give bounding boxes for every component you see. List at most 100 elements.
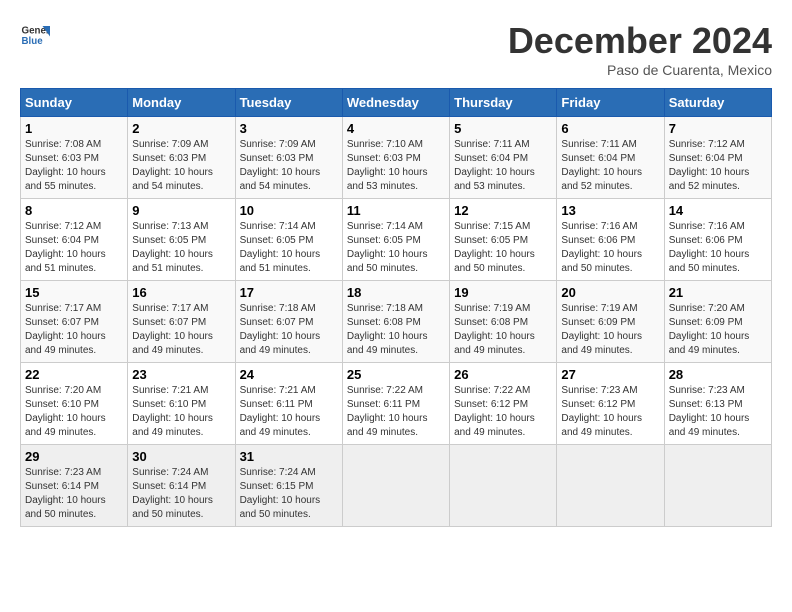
day-number: 19 bbox=[454, 285, 552, 300]
day-number: 8 bbox=[25, 203, 123, 218]
calendar-week-row: 8 Sunrise: 7:12 AM Sunset: 6:04 PM Dayli… bbox=[21, 199, 772, 281]
table-row: 28 Sunrise: 7:23 AM Sunset: 6:13 PM Dayl… bbox=[664, 363, 771, 445]
table-row: 1 Sunrise: 7:08 AM Sunset: 6:03 PM Dayli… bbox=[21, 117, 128, 199]
day-info: Sunrise: 7:17 AM Sunset: 6:07 PM Dayligh… bbox=[132, 302, 230, 358]
day-number: 11 bbox=[347, 203, 445, 218]
day-info: Sunrise: 7:20 AM Sunset: 6:09 PM Dayligh… bbox=[669, 302, 767, 358]
page-header: General Blue December 2024 Paso de Cuare… bbox=[20, 20, 772, 78]
table-row: 25 Sunrise: 7:22 AM Sunset: 6:11 PM Dayl… bbox=[342, 363, 449, 445]
day-info: Sunrise: 7:09 AM Sunset: 6:03 PM Dayligh… bbox=[132, 138, 230, 194]
day-info: Sunrise: 7:08 AM Sunset: 6:03 PM Dayligh… bbox=[25, 138, 123, 194]
table-row bbox=[664, 445, 771, 527]
table-row bbox=[342, 445, 449, 527]
table-row bbox=[557, 445, 664, 527]
day-info: Sunrise: 7:23 AM Sunset: 6:12 PM Dayligh… bbox=[561, 384, 659, 440]
table-row: 30 Sunrise: 7:24 AM Sunset: 6:14 PM Dayl… bbox=[128, 445, 235, 527]
logo-icon: General Blue bbox=[20, 20, 50, 50]
calendar-week-row: 29 Sunrise: 7:23 AM Sunset: 6:14 PM Dayl… bbox=[21, 445, 772, 527]
day-number: 2 bbox=[132, 121, 230, 136]
col-monday: Monday bbox=[128, 89, 235, 117]
day-number: 18 bbox=[347, 285, 445, 300]
title-block: December 2024 Paso de Cuarenta, Mexico bbox=[508, 20, 772, 78]
day-info: Sunrise: 7:14 AM Sunset: 6:05 PM Dayligh… bbox=[240, 220, 338, 276]
table-row: 11 Sunrise: 7:14 AM Sunset: 6:05 PM Dayl… bbox=[342, 199, 449, 281]
day-info: Sunrise: 7:11 AM Sunset: 6:04 PM Dayligh… bbox=[454, 138, 552, 194]
day-info: Sunrise: 7:16 AM Sunset: 6:06 PM Dayligh… bbox=[669, 220, 767, 276]
day-info: Sunrise: 7:20 AM Sunset: 6:10 PM Dayligh… bbox=[25, 384, 123, 440]
table-row: 21 Sunrise: 7:20 AM Sunset: 6:09 PM Dayl… bbox=[664, 281, 771, 363]
table-row: 8 Sunrise: 7:12 AM Sunset: 6:04 PM Dayli… bbox=[21, 199, 128, 281]
day-info: Sunrise: 7:18 AM Sunset: 6:08 PM Dayligh… bbox=[347, 302, 445, 358]
day-number: 27 bbox=[561, 367, 659, 382]
table-row: 15 Sunrise: 7:17 AM Sunset: 6:07 PM Dayl… bbox=[21, 281, 128, 363]
day-info: Sunrise: 7:14 AM Sunset: 6:05 PM Dayligh… bbox=[347, 220, 445, 276]
day-info: Sunrise: 7:21 AM Sunset: 6:10 PM Dayligh… bbox=[132, 384, 230, 440]
day-number: 7 bbox=[669, 121, 767, 136]
day-number: 10 bbox=[240, 203, 338, 218]
day-number: 20 bbox=[561, 285, 659, 300]
day-number: 25 bbox=[347, 367, 445, 382]
table-row: 7 Sunrise: 7:12 AM Sunset: 6:04 PM Dayli… bbox=[664, 117, 771, 199]
table-row: 4 Sunrise: 7:10 AM Sunset: 6:03 PM Dayli… bbox=[342, 117, 449, 199]
day-number: 17 bbox=[240, 285, 338, 300]
calendar-table: Sunday Monday Tuesday Wednesday Thursday… bbox=[20, 88, 772, 527]
table-row: 26 Sunrise: 7:22 AM Sunset: 6:12 PM Dayl… bbox=[450, 363, 557, 445]
day-info: Sunrise: 7:17 AM Sunset: 6:07 PM Dayligh… bbox=[25, 302, 123, 358]
day-info: Sunrise: 7:10 AM Sunset: 6:03 PM Dayligh… bbox=[347, 138, 445, 194]
day-info: Sunrise: 7:24 AM Sunset: 6:15 PM Dayligh… bbox=[240, 466, 338, 522]
day-info: Sunrise: 7:18 AM Sunset: 6:07 PM Dayligh… bbox=[240, 302, 338, 358]
day-number: 3 bbox=[240, 121, 338, 136]
day-number: 24 bbox=[240, 367, 338, 382]
table-row: 10 Sunrise: 7:14 AM Sunset: 6:05 PM Dayl… bbox=[235, 199, 342, 281]
col-saturday: Saturday bbox=[664, 89, 771, 117]
table-row: 9 Sunrise: 7:13 AM Sunset: 6:05 PM Dayli… bbox=[128, 199, 235, 281]
table-row: 23 Sunrise: 7:21 AM Sunset: 6:10 PM Dayl… bbox=[128, 363, 235, 445]
table-row: 5 Sunrise: 7:11 AM Sunset: 6:04 PM Dayli… bbox=[450, 117, 557, 199]
col-friday: Friday bbox=[557, 89, 664, 117]
day-number: 1 bbox=[25, 121, 123, 136]
table-row: 31 Sunrise: 7:24 AM Sunset: 6:15 PM Dayl… bbox=[235, 445, 342, 527]
day-info: Sunrise: 7:19 AM Sunset: 6:08 PM Dayligh… bbox=[454, 302, 552, 358]
table-row: 29 Sunrise: 7:23 AM Sunset: 6:14 PM Dayl… bbox=[21, 445, 128, 527]
table-row: 18 Sunrise: 7:18 AM Sunset: 6:08 PM Dayl… bbox=[342, 281, 449, 363]
calendar-week-row: 1 Sunrise: 7:08 AM Sunset: 6:03 PM Dayli… bbox=[21, 117, 772, 199]
col-thursday: Thursday bbox=[450, 89, 557, 117]
day-info: Sunrise: 7:24 AM Sunset: 6:14 PM Dayligh… bbox=[132, 466, 230, 522]
table-row: 17 Sunrise: 7:18 AM Sunset: 6:07 PM Dayl… bbox=[235, 281, 342, 363]
day-info: Sunrise: 7:12 AM Sunset: 6:04 PM Dayligh… bbox=[25, 220, 123, 276]
day-info: Sunrise: 7:16 AM Sunset: 6:06 PM Dayligh… bbox=[561, 220, 659, 276]
table-row: 14 Sunrise: 7:16 AM Sunset: 6:06 PM Dayl… bbox=[664, 199, 771, 281]
table-row: 12 Sunrise: 7:15 AM Sunset: 6:05 PM Dayl… bbox=[450, 199, 557, 281]
table-row: 20 Sunrise: 7:19 AM Sunset: 6:09 PM Dayl… bbox=[557, 281, 664, 363]
col-tuesday: Tuesday bbox=[235, 89, 342, 117]
svg-text:Blue: Blue bbox=[22, 36, 44, 47]
month-title: December 2024 bbox=[508, 20, 772, 62]
day-number: 29 bbox=[25, 449, 123, 464]
calendar-week-row: 15 Sunrise: 7:17 AM Sunset: 6:07 PM Dayl… bbox=[21, 281, 772, 363]
header-row: Sunday Monday Tuesday Wednesday Thursday… bbox=[21, 89, 772, 117]
day-number: 21 bbox=[669, 285, 767, 300]
table-row: 6 Sunrise: 7:11 AM Sunset: 6:04 PM Dayli… bbox=[557, 117, 664, 199]
day-info: Sunrise: 7:09 AM Sunset: 6:03 PM Dayligh… bbox=[240, 138, 338, 194]
day-info: Sunrise: 7:22 AM Sunset: 6:11 PM Dayligh… bbox=[347, 384, 445, 440]
calendar-week-row: 22 Sunrise: 7:20 AM Sunset: 6:10 PM Dayl… bbox=[21, 363, 772, 445]
day-info: Sunrise: 7:22 AM Sunset: 6:12 PM Dayligh… bbox=[454, 384, 552, 440]
day-info: Sunrise: 7:11 AM Sunset: 6:04 PM Dayligh… bbox=[561, 138, 659, 194]
table-row: 19 Sunrise: 7:19 AM Sunset: 6:08 PM Dayl… bbox=[450, 281, 557, 363]
day-number: 30 bbox=[132, 449, 230, 464]
table-row: 24 Sunrise: 7:21 AM Sunset: 6:11 PM Dayl… bbox=[235, 363, 342, 445]
day-number: 14 bbox=[669, 203, 767, 218]
table-row: 2 Sunrise: 7:09 AM Sunset: 6:03 PM Dayli… bbox=[128, 117, 235, 199]
day-info: Sunrise: 7:23 AM Sunset: 6:13 PM Dayligh… bbox=[669, 384, 767, 440]
logo: General Blue bbox=[20, 20, 50, 50]
table-row: 27 Sunrise: 7:23 AM Sunset: 6:12 PM Dayl… bbox=[557, 363, 664, 445]
day-number: 15 bbox=[25, 285, 123, 300]
day-number: 9 bbox=[132, 203, 230, 218]
col-sunday: Sunday bbox=[21, 89, 128, 117]
table-row: 22 Sunrise: 7:20 AM Sunset: 6:10 PM Dayl… bbox=[21, 363, 128, 445]
table-row: 3 Sunrise: 7:09 AM Sunset: 6:03 PM Dayli… bbox=[235, 117, 342, 199]
day-number: 12 bbox=[454, 203, 552, 218]
table-row: 16 Sunrise: 7:17 AM Sunset: 6:07 PM Dayl… bbox=[128, 281, 235, 363]
day-number: 4 bbox=[347, 121, 445, 136]
day-number: 28 bbox=[669, 367, 767, 382]
